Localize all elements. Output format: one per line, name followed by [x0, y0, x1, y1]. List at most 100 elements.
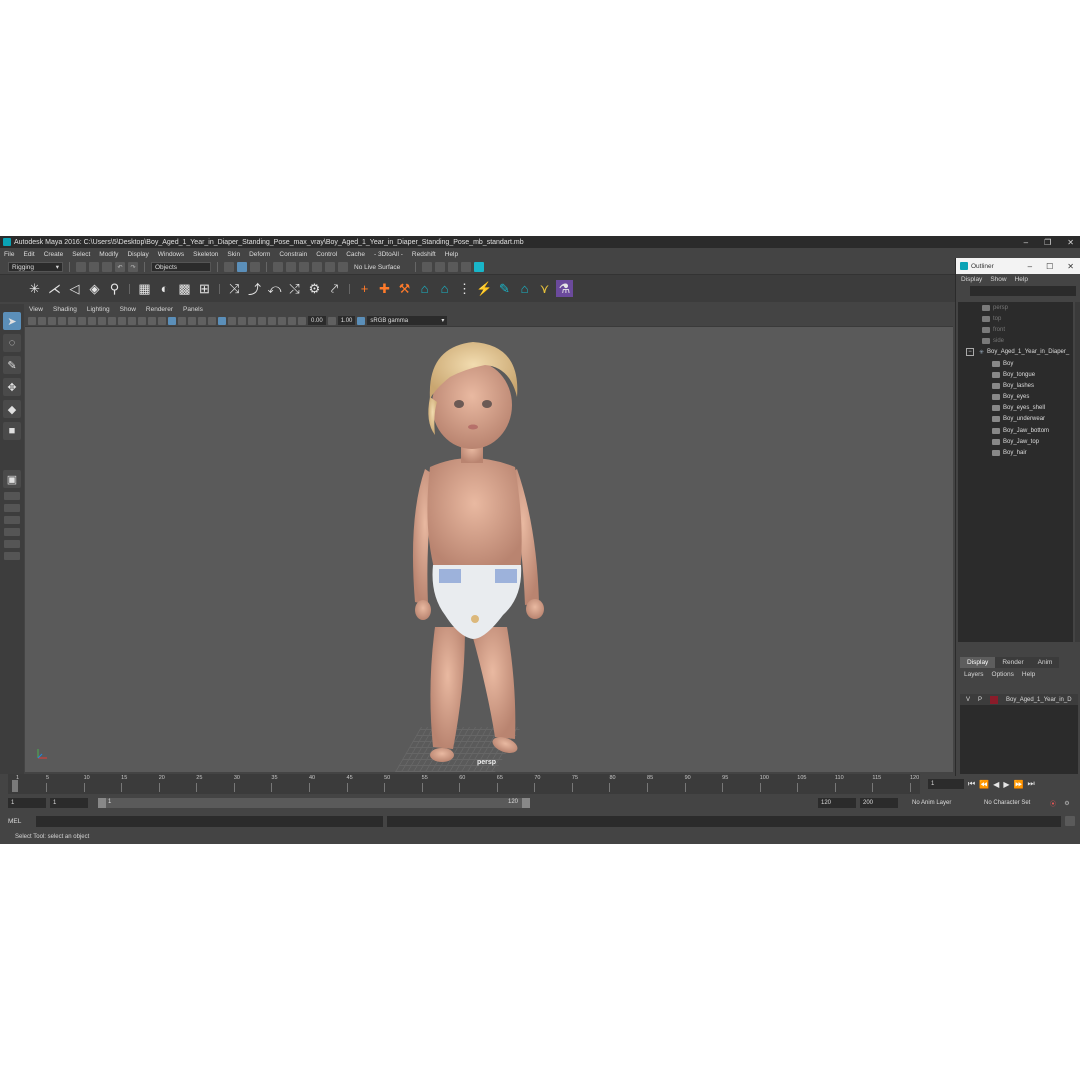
script-editor-icon[interactable]	[1065, 816, 1075, 826]
current-frame-field[interactable]: 1	[928, 779, 964, 789]
outliner-menu-display[interactable]: Display	[961, 276, 982, 283]
outliner-search-input[interactable]	[970, 286, 1076, 296]
pole-vector-icon[interactable]: ⋮	[456, 280, 473, 297]
bookmark-icon[interactable]	[48, 316, 56, 325]
nonlinear-icon[interactable]: ⤴	[246, 280, 263, 297]
outliner-scrollbar[interactable]	[1075, 302, 1080, 642]
step-forward-icon[interactable]: ⏩	[1013, 780, 1023, 789]
safe-title-icon[interactable]	[148, 316, 156, 325]
new-scene-icon[interactable]	[76, 262, 86, 272]
menu-help[interactable]: Help	[445, 251, 458, 258]
redshift-render-icon[interactable]	[474, 262, 484, 272]
layer-visibility-toggle[interactable]: V	[966, 697, 970, 703]
mel-label[interactable]: MEL	[8, 818, 32, 825]
snap-point-icon[interactable]	[299, 262, 309, 272]
layer-playback-toggle[interactable]: P	[978, 697, 982, 703]
menu-modify[interactable]: Modify	[99, 251, 118, 258]
animation-start-field[interactable]: 1	[8, 798, 46, 808]
outliner-item[interactable]: Boy_tongue	[958, 369, 1073, 380]
four-view-layout-icon[interactable]	[4, 492, 20, 500]
playback-end-field[interactable]: 120	[818, 798, 856, 808]
use-lights-icon[interactable]	[198, 316, 206, 325]
safe-action-icon[interactable]	[138, 316, 146, 325]
xray-icon[interactable]	[218, 316, 226, 325]
ambient-occlusion-icon[interactable]	[238, 316, 246, 325]
wireframe-on-shaded-icon[interactable]	[178, 316, 186, 325]
xray-joints-icon[interactable]	[228, 316, 236, 325]
outliner-item[interactable]: Boy_lashes	[958, 380, 1073, 391]
move-tool-icon[interactable]: ✥	[3, 378, 21, 396]
open-scene-icon[interactable]	[89, 262, 99, 272]
play-forwards-icon[interactable]: ▶	[1003, 780, 1009, 789]
vp-menu-renderer[interactable]: Renderer	[146, 306, 173, 313]
outliner-menu-show[interactable]: Show	[990, 276, 1006, 283]
outliner-item[interactable]: Boy_eyes_shell	[958, 403, 1073, 414]
render-settings-icon[interactable]	[448, 262, 458, 272]
camera-attributes-icon[interactable]	[38, 316, 46, 325]
menu-skin[interactable]: Skin	[227, 251, 240, 258]
persp-graph-layout-icon[interactable]	[4, 516, 20, 524]
anti-aliasing-icon[interactable]	[258, 316, 266, 325]
insert-joint-icon[interactable]: ◈	[86, 280, 103, 297]
textured-icon[interactable]	[188, 316, 196, 325]
rotate-tool-icon[interactable]: ◆	[3, 400, 21, 418]
gamma-field[interactable]: 1.00	[337, 316, 356, 325]
outliner-item[interactable]: Boy_Jaw_bottom	[958, 425, 1073, 436]
scale-constraint-icon[interactable]: ⌂	[436, 280, 453, 297]
wire-icon[interactable]: ⚙	[306, 280, 323, 297]
snap-live-icon[interactable]	[338, 262, 348, 272]
tab-render[interactable]: Render	[995, 657, 1031, 668]
single-perspective-view-icon[interactable]: ▣	[3, 470, 21, 488]
bend-icon[interactable]: ⤺	[266, 280, 283, 297]
layer-menu-layers[interactable]: Layers	[964, 671, 984, 678]
color-management-icon[interactable]	[357, 316, 366, 325]
hypershade-layout-icon[interactable]	[4, 528, 20, 536]
collapse-icon[interactable]: −	[966, 348, 974, 357]
scale-tool-icon[interactable]: ■	[3, 422, 21, 440]
lattice-icon[interactable]: ▩	[176, 280, 193, 297]
select-hierarchy-icon[interactable]	[224, 262, 234, 272]
outliner-item[interactable]: side	[958, 336, 1073, 347]
exposure-field[interactable]: 0.00	[308, 316, 326, 325]
snap-grid-icon[interactable]	[273, 262, 283, 272]
vp-menu-view[interactable]: View	[29, 306, 43, 313]
ik-handle-icon[interactable]: ⋌	[46, 280, 63, 297]
range-end-handle[interactable]	[522, 798, 530, 808]
persp-uv-layout-icon[interactable]	[4, 540, 20, 548]
range-slider[interactable]: 1 120	[98, 798, 530, 808]
sculpt-icon[interactable]: ⤭	[286, 280, 303, 297]
isolate-select-icon[interactable]	[278, 316, 286, 325]
menu-windows[interactable]: Windows	[158, 251, 184, 258]
set-driven-key-icon[interactable]: ⚡	[476, 280, 493, 297]
menu-redshift[interactable]: Redshift	[412, 251, 436, 258]
outliner-item[interactable]: Boy_Jaw_top	[958, 436, 1073, 447]
outliner-item[interactable]: top	[958, 313, 1073, 324]
resolution-gate-icon[interactable]	[108, 316, 116, 325]
outliner-item[interactable]: Boy_hair	[958, 447, 1073, 458]
vp-menu-panels[interactable]: Panels	[183, 306, 203, 313]
outliner-item[interactable]: front	[958, 324, 1073, 335]
selection-mode-dropdown[interactable]: Objects	[151, 262, 211, 272]
field-chart-icon[interactable]	[128, 316, 136, 325]
character-set-dropdown[interactable]: No Character Set	[984, 800, 1044, 806]
grease-pencil-icon[interactable]	[78, 316, 86, 325]
menu-file[interactable]: File	[4, 251, 14, 258]
bind-skin-icon[interactable]: ▦	[136, 280, 153, 297]
maximize-button[interactable]: ❐	[1044, 238, 1051, 247]
boy-character-model[interactable]	[25, 327, 953, 772]
redo-icon[interactable]: ↷	[128, 262, 138, 272]
film-gate-icon[interactable]	[98, 316, 106, 325]
select-object-icon[interactable]	[237, 262, 247, 272]
outliner-item[interactable]: Boy	[958, 358, 1073, 369]
undo-icon[interactable]: ↶	[115, 262, 125, 272]
snap-view-icon[interactable]	[312, 262, 322, 272]
play-backwards-icon[interactable]: ◀	[993, 780, 999, 789]
menu-control[interactable]: Control	[316, 251, 337, 258]
orient-constraint-icon[interactable]: ⚒	[396, 280, 413, 297]
lasso-tool-icon[interactable]: ◌	[3, 334, 21, 352]
range-start-handle[interactable]	[98, 798, 106, 808]
tab-display[interactable]: Display	[960, 657, 996, 668]
vp-menu-lighting[interactable]: Lighting	[87, 306, 110, 313]
outliner-item[interactable]: persp	[958, 302, 1073, 313]
time-slider[interactable]: 1 5 10 15 20 25 30 35 40 45 50 55 60 65 70 75 80 85 90 95 10…	[8, 774, 920, 794]
